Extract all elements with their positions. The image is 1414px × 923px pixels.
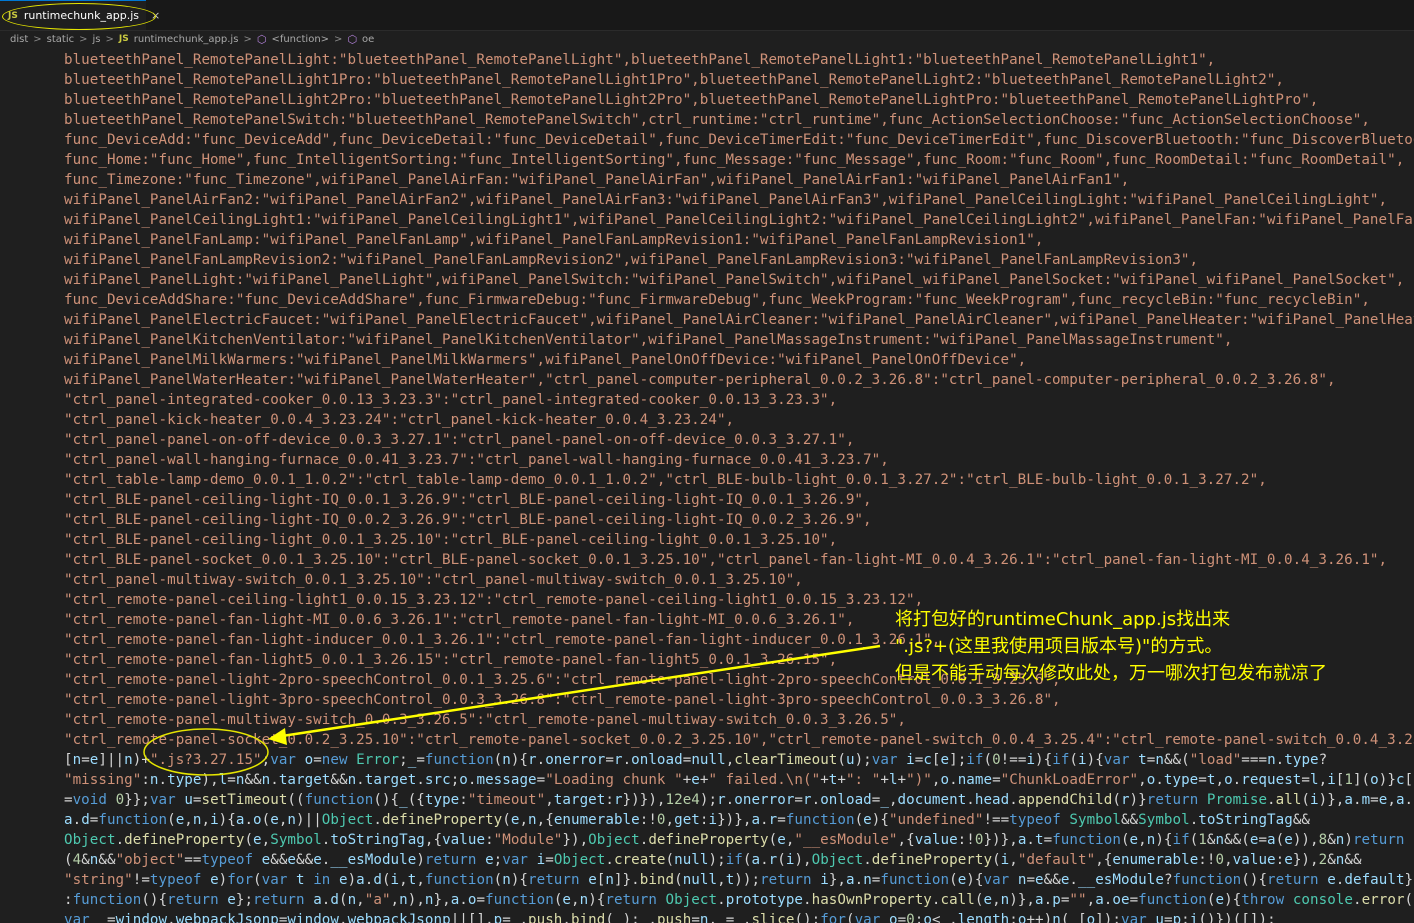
code-line: wifiPanel_PanelWaterHeater:"wifiPanel_Pa… [64,372,1336,388]
code-line: wifiPanel_PanelKitchenVentilator:"wifiPa… [64,332,1233,348]
code-line: "ctrl_remote-panel-light-3pro-speechCont… [64,692,1061,708]
code-line: "ctrl_BLE-panel-socket_0.0.1_3.25.10":"c… [64,552,1388,568]
code-line: a.d=function(e,n,i){a.o(e,n)||Object.def… [64,812,1310,828]
breadcrumb: dist > static > js > JS runtimechunk_app… [0,31,1414,47]
close-icon[interactable]: × [151,9,160,22]
code-line: blueteethPanel_RemotePanelLight2Pro:"blu… [64,92,1319,108]
breadcrumb-file[interactable]: runtimechunk_app.js [134,34,239,45]
chevron-right-icon: > [33,33,42,45]
code-line: "ctrl_remote-panel-multiway-switch_0.0.3… [64,712,906,728]
code-line: blueteethPanel_RemotePanelLight:"bluetee… [64,52,1216,68]
code-line: (4&n&&"object"==typeof e&&e&&e.__esModul… [64,852,1362,868]
code-line: "ctrl_panel-kick-heater_0.0.4_3.23.24":"… [64,412,735,428]
code-line: "ctrl_BLE-panel-ceiling-light-IQ_0.0.2_3… [64,512,872,528]
annotation-line-1: 将打包好的runtimeChunk_app.js找出来 [895,609,1231,630]
annotation-note: 将打包好的runtimeChunk_app.js找出来 ".js?+(这里我使用… [895,606,1410,687]
code-line: :function(){return e};return a.d(n,"a",n… [64,892,1414,908]
javascript-file-icon: JS [8,10,18,21]
code-line: wifiPanel_PanelAirFan2:"wifiPanel_PanelA… [64,192,1388,208]
code-line: wifiPanel_PanelMilkWarmers:"wifiPanel_Pa… [64,352,1027,368]
tab-label: runtimechunk_app.js [23,9,139,22]
chevron-right-icon: > [105,33,114,45]
code-line: Object.defineProperty(e,Symbol.toStringT… [64,832,1414,848]
chevron-right-icon: > [334,33,343,45]
code-line: var _=window.webpackJsonp=window.webpack… [64,912,1276,923]
code-line: "ctrl_panel-wall-hanging-furnace_0.0.41_… [64,452,889,468]
editor-tab-bar: JS runtimechunk_app.js × [0,0,1414,31]
chevron-right-icon: > [243,33,252,45]
code-line: blueteethPanel_RemotePanelSwitch:"bluete… [64,112,1370,128]
code-line: "string"!=typeof e)for(var t in e)a.d(i,… [64,872,1414,888]
annotation-line-2: ".js?+(这里我使用项目版本号)"的方式。 [895,636,1223,657]
annotation-line-3: 但是不能手动每次修改此处，万一哪次打包发布就凉了 [895,663,1327,684]
code-line: "missing":n.type),l=n&&n.target&&n.targe… [64,772,1414,788]
tab-runtimechunk-app-js[interactable]: JS runtimechunk_app.js × [0,0,160,30]
code-line: "ctrl_panel-integrated-cooker_0.0.13_3.2… [64,392,838,408]
code-line: =void 0}};var u=setTimeout((function(){_… [64,792,1414,808]
code-line: wifiPanel_PanelFanLampRevision2:"wifiPan… [64,252,1199,268]
code-line: func_Timezone:"func_Timezone",wifiPanel_… [64,172,1130,188]
code-line: blueteethPanel_RemotePanelLight1Pro:"blu… [64,72,1285,88]
breadcrumb-function[interactable]: <function> [271,34,329,45]
code-line: "ctrl_table-lamp-demo_0.0.1_1.0.2":"ctrl… [64,472,1267,488]
code-line: [n=e]||n)+".js?3.27.15";var o=new Error;… [64,752,1328,768]
code-line: "ctrl_BLE-panel-ceiling-light_0.0.1_3.25… [64,532,838,548]
code-line: "ctrl_panel-panel-on-off-device_0.0.3_3.… [64,432,855,448]
breadcrumb-static[interactable]: static [47,34,74,45]
code-line: "ctrl_BLE-panel-ceiling-light-IQ_0.0.1_3… [64,492,872,508]
code-line: "ctrl_remote-panel-socket_0.0.2_3.25.10"… [64,732,1414,748]
function-cube-icon: ⬡ [256,32,267,46]
breadcrumb-oe[interactable]: oe [362,34,374,45]
code-line: func_Home:"func_Home",func_IntelligentSo… [64,152,1405,168]
code-line: wifiPanel_PanelElectricFaucet:"wifiPanel… [64,312,1414,328]
chevron-right-icon: > [79,33,88,45]
code-editor[interactable]: blueteethPanel_RemotePanelLight:"bluetee… [64,50,1414,923]
code-line: "ctrl_panel-multiway-switch_0.0.1_3.25.1… [64,572,803,588]
code-line: wifiPanel_PanelCeilingLight1:"wifiPanel_… [64,212,1414,228]
code-line: wifiPanel_PanelLight:"wifiPanel_PanelLig… [64,272,1405,288]
code-line: func_DeviceAddShare:"func_DeviceAddShare… [64,292,1370,308]
code-line: func_DeviceAdd:"func_DeviceAdd",func_Dev… [64,132,1414,148]
code-line: wifiPanel_PanelFanLamp:"wifiPanel_PanelF… [64,232,1044,248]
breadcrumb-js[interactable]: js [93,34,101,45]
javascript-file-icon: JS [118,34,129,44]
method-cube-icon: ⬡ [347,32,358,46]
breadcrumb-dist[interactable]: dist [10,34,28,45]
